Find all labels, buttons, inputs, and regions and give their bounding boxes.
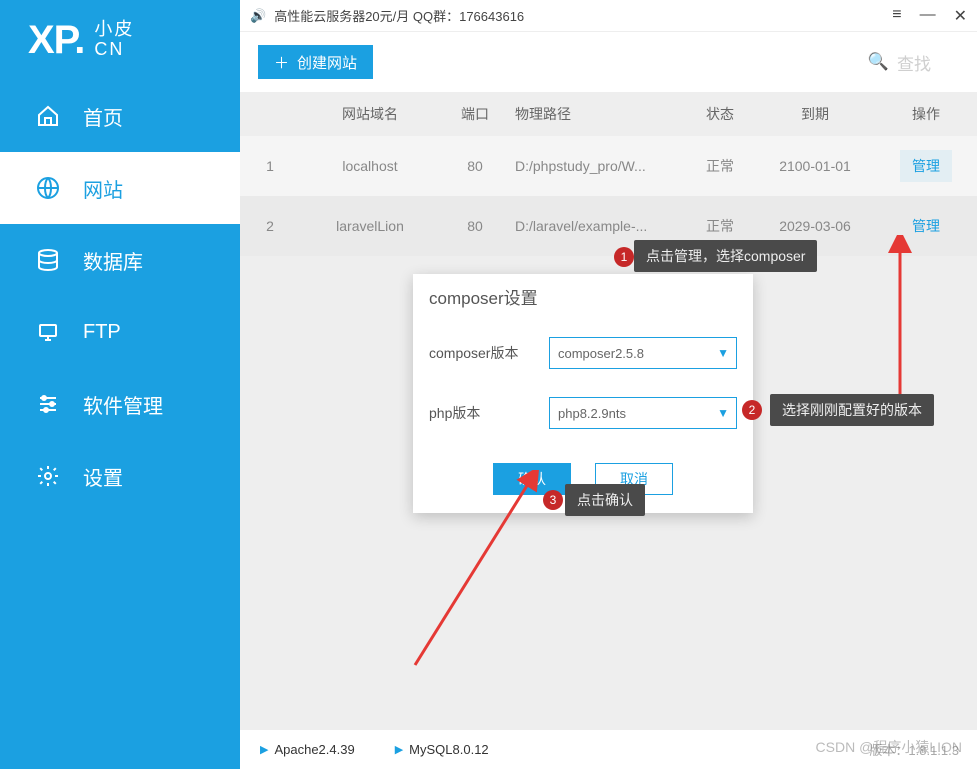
table-header: 网站域名 端口 物理路径 状态 到期 操作 [240,92,977,136]
row-status: 正常 [685,156,755,176]
sidebar-item-label: 首页 [83,102,123,131]
logo-sub: 小皮 CN [94,20,134,60]
row-domain: localhost [300,158,440,174]
sidebar-item-label: 设置 [83,462,123,491]
logo-sub1: 小皮 [94,20,134,40]
logo-text: XP. [28,18,84,63]
service-apache[interactable]: ▶Apache2.4.39 [260,742,355,757]
promo-text: 高性能云服务器20元/月 QQ群：176643616 [274,6,524,25]
plus-icon: ＋ [274,52,289,73]
service-mysql[interactable]: ▶MySQL8.0.12 [395,742,489,757]
annotation-badge-1: 1 [614,247,634,267]
row-index: 1 [240,158,300,174]
row-port: 80 [440,218,510,234]
composer-label: composer版本 [429,343,549,363]
site-table: 网站域名 端口 物理路径 状态 到期 操作 1 localhost 80 D:/… [240,92,977,256]
row-expiry: 2029-03-06 [755,218,875,234]
close-icon[interactable]: ✕ [954,6,967,26]
create-site-label: 创建网站 [297,52,357,73]
table-row[interactable]: 2 laravelLion 80 D:/laravel/example-... … [240,196,977,256]
play-icon: ▶ [395,743,403,756]
watermark: CSDN @程序小猿LION [816,737,962,757]
speaker-icon: 🔊 [250,8,266,24]
create-site-button[interactable]: ＋ 创建网站 [258,45,373,79]
annotation-3: 点击确认 [565,484,645,516]
search-box[interactable]: 🔍 查找 [868,50,959,75]
sidebar: XP. 小皮 CN 首页 网站 数据库 FTP [0,0,240,769]
annotation-badge-3: 3 [543,490,563,510]
sliders-icon [35,391,61,417]
dialog-title: composer设置 [413,274,753,319]
logo-sub2: CN [94,40,134,60]
annotation-1: 点击管理，选择composer [634,240,817,272]
th-op: 操作 [875,104,977,124]
annotation-2: 选择刚刚配置好的版本 [770,394,934,426]
th-domain: 网站域名 [300,104,440,124]
composer-dialog: composer设置 composer版本 composer2.5.8 php版… [413,274,753,513]
play-icon: ▶ [260,743,268,756]
sidebar-item-ftp[interactable]: FTP [0,296,240,368]
annotation-badge-2: 2 [742,400,762,420]
th-port: 端口 [440,104,510,124]
sidebar-item-label: 网站 [83,174,123,203]
confirm-button[interactable]: 确认 [493,463,571,495]
sidebar-item-home[interactable]: 首页 [0,80,240,152]
th-status: 状态 [685,104,755,124]
gear-icon [35,463,61,489]
globe-icon [35,175,61,201]
sidebar-item-software[interactable]: 软件管理 [0,368,240,440]
database-icon [35,247,61,273]
sidebar-item-label: 数据库 [83,246,143,275]
table-row[interactable]: 1 localhost 80 D:/phpstudy_pro/W... 正常 2… [240,136,977,196]
titlebar: 🔊 高性能云服务器20元/月 QQ群：176643616 ≡ — ✕ [240,0,977,32]
row-index: 2 [240,218,300,234]
search-label: 查找 [897,50,931,75]
manage-button[interactable]: 管理 [900,210,952,242]
row-path: D:/phpstudy_pro/W... [510,158,685,174]
composer-select[interactable]: composer2.5.8 [549,337,737,369]
th-exp: 到期 [755,104,875,124]
php-select[interactable]: php8.2.9nts [549,397,737,429]
sidebar-item-website[interactable]: 网站 [0,152,240,224]
row-status: 正常 [685,216,755,236]
sidebar-item-label: 软件管理 [83,390,163,419]
field-php: php版本 php8.2.9nts [429,383,737,443]
row-path: D:/laravel/example-... [510,218,685,234]
toolbar: ＋ 创建网站 🔍 查找 [240,32,977,92]
ftp-icon [35,319,61,345]
home-icon [35,103,61,129]
row-expiry: 2100-01-01 [755,158,875,174]
sidebar-item-label: FTP [83,321,121,344]
th-path: 物理路径 [510,104,685,124]
field-composer: composer版本 composer2.5.8 [429,323,737,383]
nav: 首页 网站 数据库 FTP 软件管理 设置 [0,80,240,512]
row-port: 80 [440,158,510,174]
search-icon: 🔍 [868,52,889,72]
window-controls: ≡ — ✕ [892,6,967,26]
manage-button[interactable]: 管理 [900,150,952,182]
php-label: php版本 [429,403,549,423]
sidebar-item-database[interactable]: 数据库 [0,224,240,296]
minimize-icon[interactable]: — [920,6,936,26]
menu-icon[interactable]: ≡ [892,6,901,26]
row-domain: laravelLion [300,218,440,234]
sidebar-item-settings[interactable]: 设置 [0,440,240,512]
logo: XP. 小皮 CN [0,0,240,80]
